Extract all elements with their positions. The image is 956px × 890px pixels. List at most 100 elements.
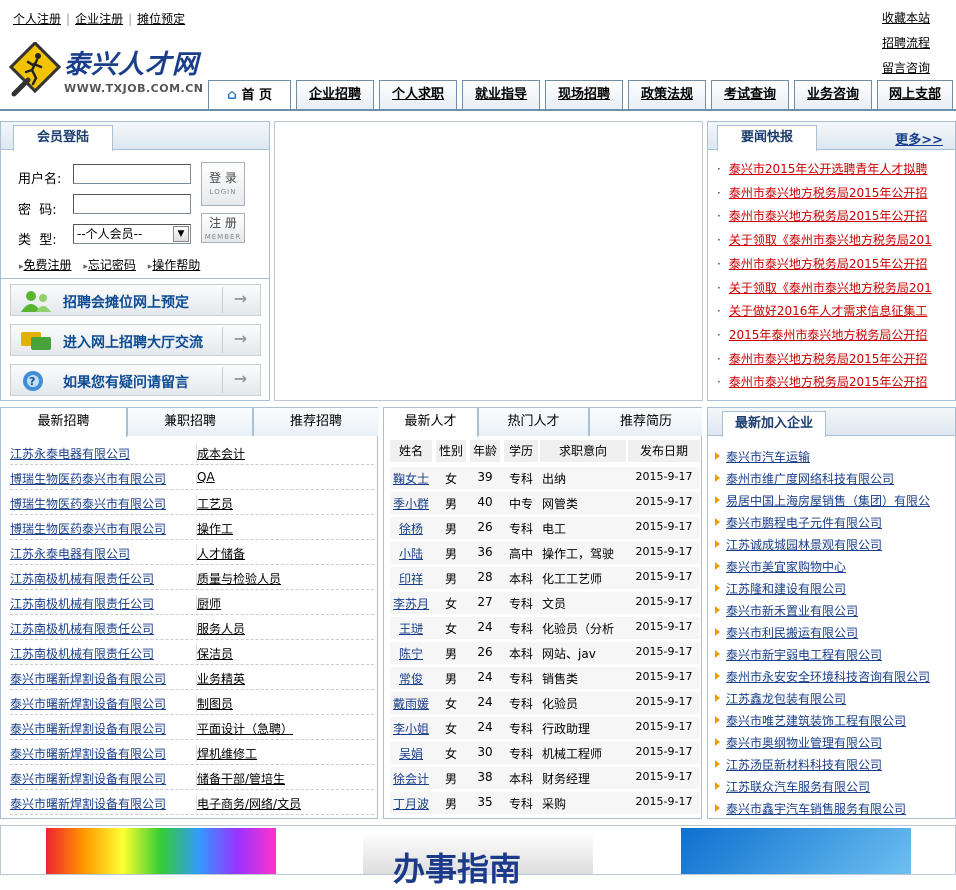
job-title-link[interactable]: 厨师 xyxy=(196,595,374,612)
tab-latest-talents[interactable]: 最新人才 xyxy=(384,408,478,437)
nav-company-recruit[interactable]: 企业招聘 xyxy=(296,80,374,109)
login-button[interactable]: 登 录 LOGIN xyxy=(201,162,245,206)
company-link[interactable]: 江苏汤臣新材料科技有限公司 xyxy=(726,758,882,772)
talent-name-link[interactable]: 李小姐 xyxy=(390,720,432,737)
register-button[interactable]: 注 册 MEMBER xyxy=(201,213,245,243)
nav-online-branch[interactable]: 网上支部 xyxy=(877,80,953,109)
member-type-select[interactable]: --个人会员-- ▼ xyxy=(73,224,191,244)
talent-name-link[interactable]: 鞠女士 xyxy=(390,470,432,487)
nav-employment-guide[interactable]: 就业指导 xyxy=(462,80,540,109)
personal-register-link[interactable]: 个人注册 xyxy=(13,12,61,26)
company-link[interactable]: 江苏联众汽车服务有限公司 xyxy=(726,780,870,794)
news-more-link[interactable]: 更多>> xyxy=(895,129,943,148)
news-link[interactable]: 泰州市泰兴地方税务局2015年公开招 xyxy=(729,209,928,223)
company-link[interactable]: 泰兴市鑫宇汽车销售服务有限公司 xyxy=(726,802,906,816)
tab-member-login[interactable]: 会员登陆 xyxy=(13,125,113,151)
job-company-link[interactable]: 江苏南极机械有限责任公司 xyxy=(10,645,196,662)
talent-name-link[interactable]: 陈宁 xyxy=(390,645,432,662)
company-link[interactable]: 泰兴市新宇弱电工程有限公司 xyxy=(726,648,882,662)
keyboard-banner[interactable] xyxy=(46,828,276,874)
talent-name-link[interactable]: 季小群 xyxy=(390,495,432,512)
site-logo[interactable]: 泰兴人才网 WWW.TXJOB.COM.CN xyxy=(6,40,211,102)
talent-name-link[interactable]: 戴雨媛 xyxy=(390,695,432,712)
news-link[interactable]: 泰州市泰兴地方税务局2015年公开招 xyxy=(729,375,928,389)
job-company-link[interactable]: 江苏南极机械有限责任公司 xyxy=(10,620,196,637)
job-title-link[interactable]: 储备干部/管培生 xyxy=(196,770,374,787)
job-title-link[interactable]: 工艺员 xyxy=(196,495,374,512)
job-company-link[interactable]: 博瑞生物医药泰兴市有限公司 xyxy=(10,470,196,487)
news-link[interactable]: 泰州市泰兴地方税务局2015年公开招 xyxy=(729,352,928,366)
recruit-flow-link[interactable]: 招聘流程 xyxy=(882,31,952,56)
job-title-link[interactable]: 服务人员 xyxy=(196,620,374,637)
tab-latest-jobs[interactable]: 最新招聘 xyxy=(1,408,127,437)
tab-parttime-jobs[interactable]: 兼职招聘 xyxy=(127,408,253,436)
company-link[interactable]: 泰州市维广度网络科技有限公司 xyxy=(726,472,894,486)
nav-home[interactable]: ⌂ 首 页 xyxy=(208,80,291,109)
tab-hot-talents[interactable]: 热门人才 xyxy=(478,408,589,436)
booth-booking-link[interactable]: 摊位预定 xyxy=(137,12,185,26)
news-link[interactable]: 关于领取《泰州市泰兴地方税务局201 xyxy=(729,281,932,295)
job-company-link[interactable]: 博瑞生物医药泰兴市有限公司 xyxy=(10,495,196,512)
job-company-link[interactable]: 泰兴市曙新焊割设备有限公司 xyxy=(10,670,196,687)
company-link[interactable]: 泰兴市美宜家购物中心 xyxy=(726,560,846,574)
job-company-link[interactable]: 博瑞生物医药泰兴市有限公司 xyxy=(10,520,196,537)
username-input[interactable] xyxy=(73,164,191,184)
job-title-link[interactable]: 质量与检验人员 xyxy=(196,570,374,587)
job-title-link[interactable]: 平面设计（急聘） xyxy=(196,720,374,737)
news-link[interactable]: 2015年泰州市泰兴地方税务局公开招 xyxy=(729,328,928,342)
job-title-link[interactable]: 业务精英 xyxy=(196,670,374,687)
talent-name-link[interactable]: 李苏月 xyxy=(390,595,432,612)
company-link[interactable]: 泰兴市唯艺建筑装饰工程有限公司 xyxy=(726,714,906,728)
talent-name-link[interactable]: 小陆 xyxy=(390,545,432,562)
booth-booking-button[interactable]: 招聘会摊位网上预定 → xyxy=(10,284,261,316)
news-link[interactable]: 泰州市泰兴地方税务局2015年公开招 xyxy=(729,257,928,271)
company-link[interactable]: 泰兴市奥纲物业管理有限公司 xyxy=(726,736,882,750)
help-link[interactable]: 操作帮助 xyxy=(152,258,200,272)
job-title-link[interactable]: 电子商务/网络/文员 xyxy=(196,795,374,812)
job-title-link[interactable]: 制图员 xyxy=(196,695,374,712)
password-input[interactable] xyxy=(73,194,191,214)
talent-name-link[interactable]: 徐杨 xyxy=(390,520,432,537)
company-register-link[interactable]: 企业注册 xyxy=(75,12,123,26)
job-company-link[interactable]: 泰兴市曙新焊割设备有限公司 xyxy=(10,720,196,737)
job-company-link[interactable]: 泰兴市曙新焊割设备有限公司 xyxy=(10,745,196,762)
job-title-link[interactable]: QA xyxy=(196,470,374,484)
nav-policy[interactable]: 政策法规 xyxy=(628,80,706,109)
free-register-link[interactable]: 免费注册 xyxy=(24,258,72,272)
company-link[interactable]: 泰兴市鹏程电子元件有限公司 xyxy=(726,516,882,530)
nav-onsite-recruit[interactable]: 现场招聘 xyxy=(545,80,623,109)
nav-job-seek[interactable]: 个人求职 xyxy=(379,80,457,109)
job-title-link[interactable]: 保洁员 xyxy=(196,645,374,662)
talent-name-link[interactable]: 吴娟 xyxy=(390,745,432,762)
leave-message-button[interactable]: ? 如果您有疑问请留言 → xyxy=(10,364,261,396)
talent-name-link[interactable]: 常俊 xyxy=(390,670,432,687)
tab-recommend-jobs[interactable]: 推荐招聘 xyxy=(253,408,378,436)
job-company-link[interactable]: 江苏永泰电器有限公司 xyxy=(10,445,196,462)
recruit-hall-button[interactable]: 进入网上招聘大厅交流 → xyxy=(10,324,261,356)
talent-name-link[interactable]: 王琎 xyxy=(390,620,432,637)
tab-news[interactable]: 要闻快报 xyxy=(717,125,817,151)
job-company-link[interactable]: 泰兴市曙新焊割设备有限公司 xyxy=(10,770,196,787)
job-title-link[interactable]: 人才储备 xyxy=(196,545,374,562)
tab-recommend-resumes[interactable]: 推荐简历 xyxy=(589,408,702,436)
job-title-link[interactable]: 操作工 xyxy=(196,520,374,537)
nav-exam-query[interactable]: 考试查询 xyxy=(711,80,789,109)
job-company-link[interactable]: 江苏南极机械有限责任公司 xyxy=(10,570,196,587)
talent-name-link[interactable]: 印祥 xyxy=(390,570,432,587)
nav-business-consult[interactable]: 业务咨询 xyxy=(794,80,872,109)
forgot-password-link[interactable]: 忘记密码 xyxy=(88,258,136,272)
job-company-link[interactable]: 江苏南极机械有限责任公司 xyxy=(10,595,196,612)
tab-new-companies[interactable]: 最新加入企业 xyxy=(722,411,826,437)
job-company-link[interactable]: 江苏永泰电器有限公司 xyxy=(10,545,196,562)
message-link[interactable]: 留言咨询 xyxy=(882,56,952,81)
company-link[interactable]: 泰兴市新禾置业有限公司 xyxy=(726,604,858,618)
news-link[interactable]: 关于领取《泰州市泰兴地方税务局201 xyxy=(729,233,932,247)
company-link[interactable]: 江苏鑫龙包装有限公司 xyxy=(726,692,846,706)
talent-name-link[interactable]: 丁月波 xyxy=(390,795,432,812)
bookmark-link[interactable]: 收藏本站 xyxy=(882,6,952,31)
news-link[interactable]: 泰州市泰兴地方税务局2015年公开招 xyxy=(729,186,928,200)
blue-banner[interactable] xyxy=(681,828,911,874)
job-title-link[interactable]: 成本会计 xyxy=(196,445,374,462)
news-link[interactable]: 关于做好2016年人才需求信息征集工 xyxy=(729,304,928,318)
guide-banner[interactable]: 办事指南 xyxy=(363,832,593,888)
